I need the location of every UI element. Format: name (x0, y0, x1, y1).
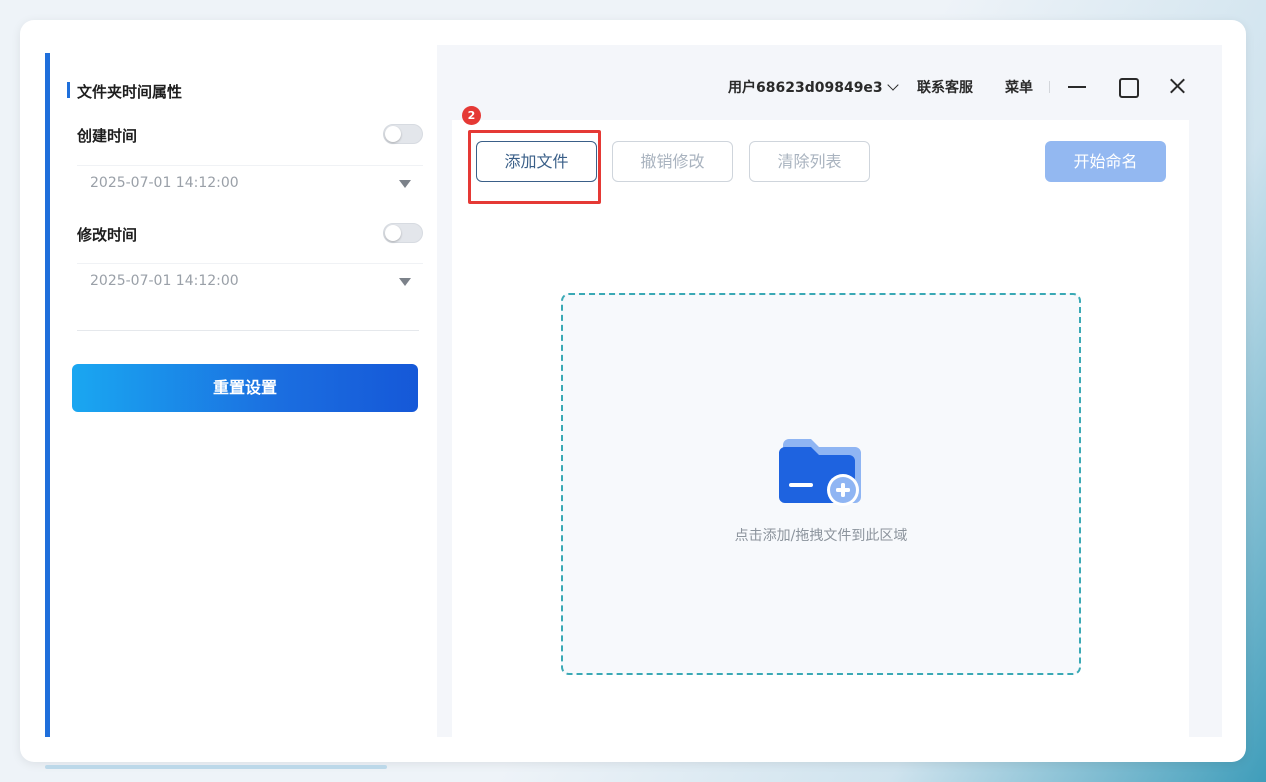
caret-down-icon (399, 278, 411, 286)
chevron-down-icon (887, 79, 899, 91)
modified-time-select[interactable]: 2025-07-01 14:12:00 (77, 263, 423, 299)
start-rename-button[interactable]: 开始命名 (1045, 141, 1166, 182)
clear-list-button[interactable]: 清除列表 (749, 141, 870, 182)
file-drop-zone[interactable]: 点击添加/拖拽文件到此区域 (561, 293, 1081, 675)
topbar-separator (1049, 81, 1050, 93)
caret-down-icon (399, 180, 411, 188)
decorative-underline (45, 765, 387, 769)
maximize-icon[interactable] (1117, 76, 1139, 98)
close-icon[interactable] (1167, 76, 1187, 96)
toggle-knob (385, 225, 401, 241)
modified-time-toggle[interactable] (383, 223, 423, 243)
created-time-select[interactable]: 2025-07-01 14:12:00 (77, 165, 423, 201)
sidebar-accent-bar (45, 53, 50, 737)
user-account-menu[interactable]: 用户68623d09849e3 (728, 77, 899, 97)
modified-time-value: 2025-07-01 14:12:00 (90, 273, 239, 289)
created-time-toggle[interactable] (383, 124, 423, 144)
created-time-label: 创建时间 (77, 127, 138, 145)
reset-settings-button[interactable]: 重置设置 (72, 364, 418, 412)
menu-button[interactable]: 菜单 (1005, 77, 1033, 97)
undo-changes-button[interactable]: 撤销修改 (612, 141, 733, 182)
step-badge: 2 (462, 106, 481, 125)
contact-support-link[interactable]: 联系客服 (917, 77, 973, 97)
toggle-knob (385, 126, 401, 142)
section-title: 文件夹时间属性 (67, 81, 182, 102)
minimize-icon[interactable] (1067, 76, 1087, 96)
file-list-area: 添加文件 撤销修改 清除列表 开始命名 点击添加/拖拽文件到此区域 (452, 120, 1189, 737)
user-label: 用户68623d09849e3 (728, 80, 883, 96)
created-time-value: 2025-07-01 14:12:00 (90, 175, 239, 191)
add-folder-icon (779, 439, 861, 506)
modified-time-label: 修改时间 (77, 226, 138, 244)
sidebar: 文件夹时间属性 创建时间 2025-07-01 14:12:00 修改时间 20… (45, 53, 435, 737)
highlight-box (468, 130, 601, 204)
divider (77, 330, 419, 331)
drop-zone-hint: 点击添加/拖拽文件到此区域 (734, 528, 908, 544)
